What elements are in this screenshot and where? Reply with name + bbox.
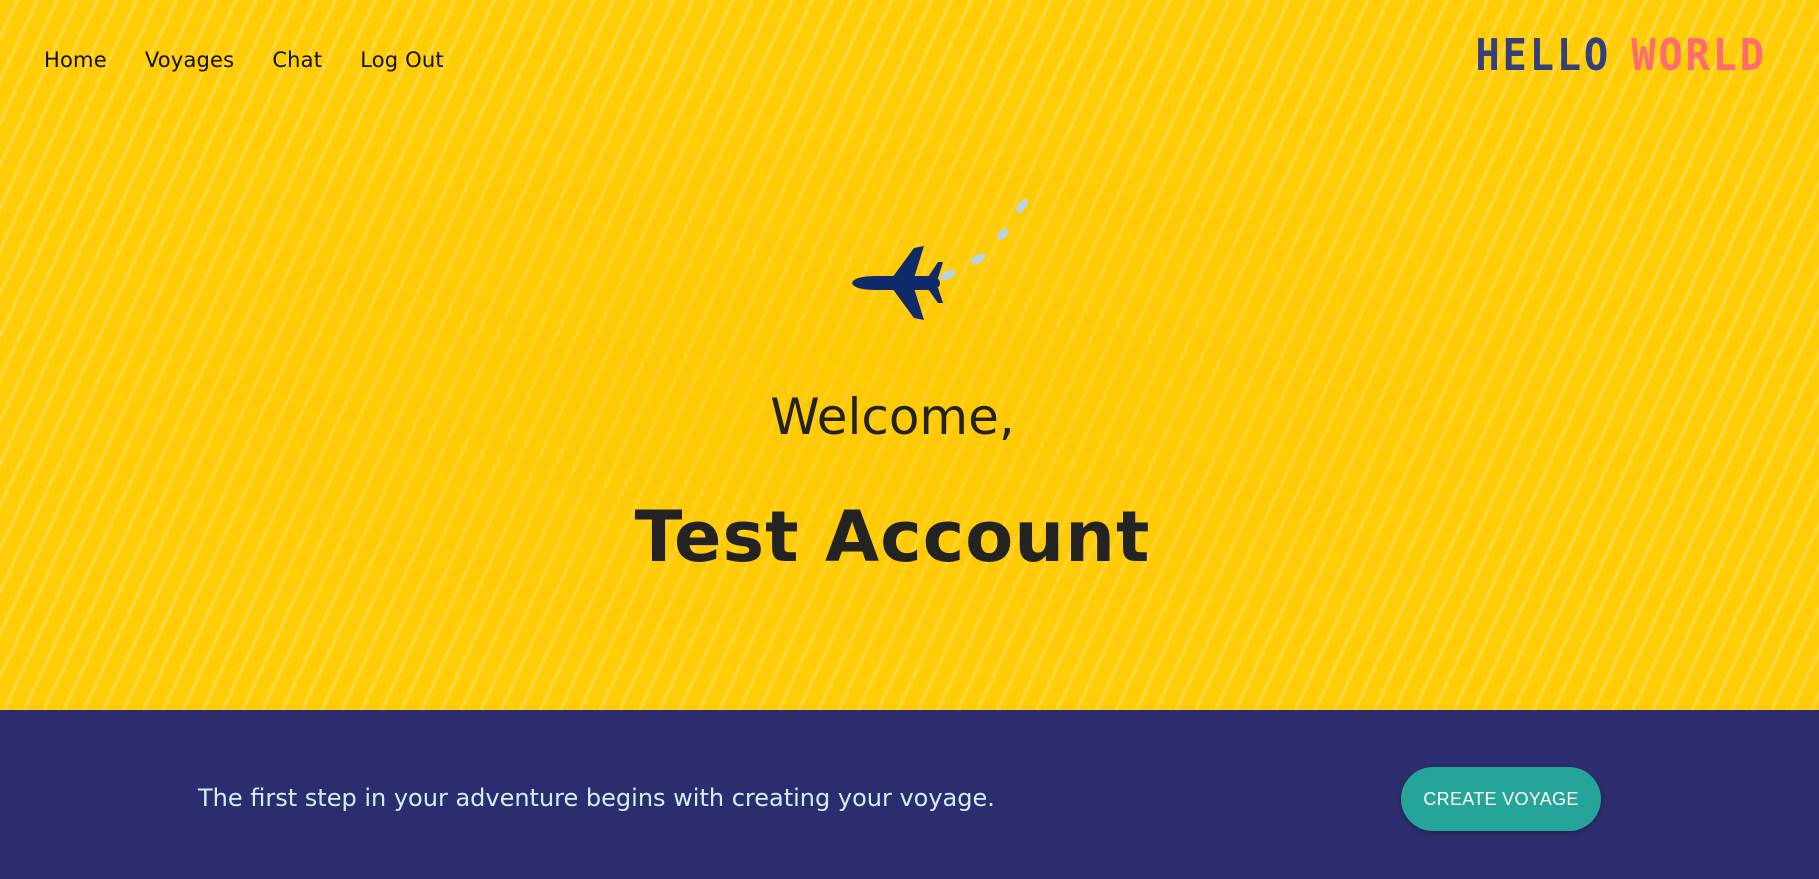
cta-banner: The first step in your adventure begins …: [0, 710, 1819, 879]
nav-item-voyages[interactable]: Voyages: [145, 48, 234, 72]
welcome-heading: Welcome,: [770, 388, 1015, 446]
airplane-icon: [852, 199, 1028, 320]
main-nav: Home Voyages Chat Log Out: [44, 48, 444, 72]
logo-word-world: WORLD: [1631, 30, 1767, 81]
site-logo[interactable]: HELLO WORLD: [1475, 30, 1767, 81]
nav-item-chat[interactable]: Chat: [272, 48, 322, 72]
hero-background-pattern: [0, 0, 1819, 710]
nav-item-log-out[interactable]: Log Out: [360, 48, 444, 72]
airplane-trail: [940, 199, 1028, 280]
nav-item-home[interactable]: Home: [44, 48, 107, 72]
hero-section: Home Voyages Chat Log Out HELLO WORLD Wel…: [0, 0, 1819, 710]
create-voyage-button[interactable]: CREATE VOYAGE: [1401, 767, 1601, 831]
username-heading: Test Account: [634, 496, 1151, 578]
cta-message: The first step in your adventure begins …: [198, 784, 995, 812]
airplane-body: [852, 246, 943, 320]
logo-word-hello: HELLO: [1475, 30, 1612, 81]
